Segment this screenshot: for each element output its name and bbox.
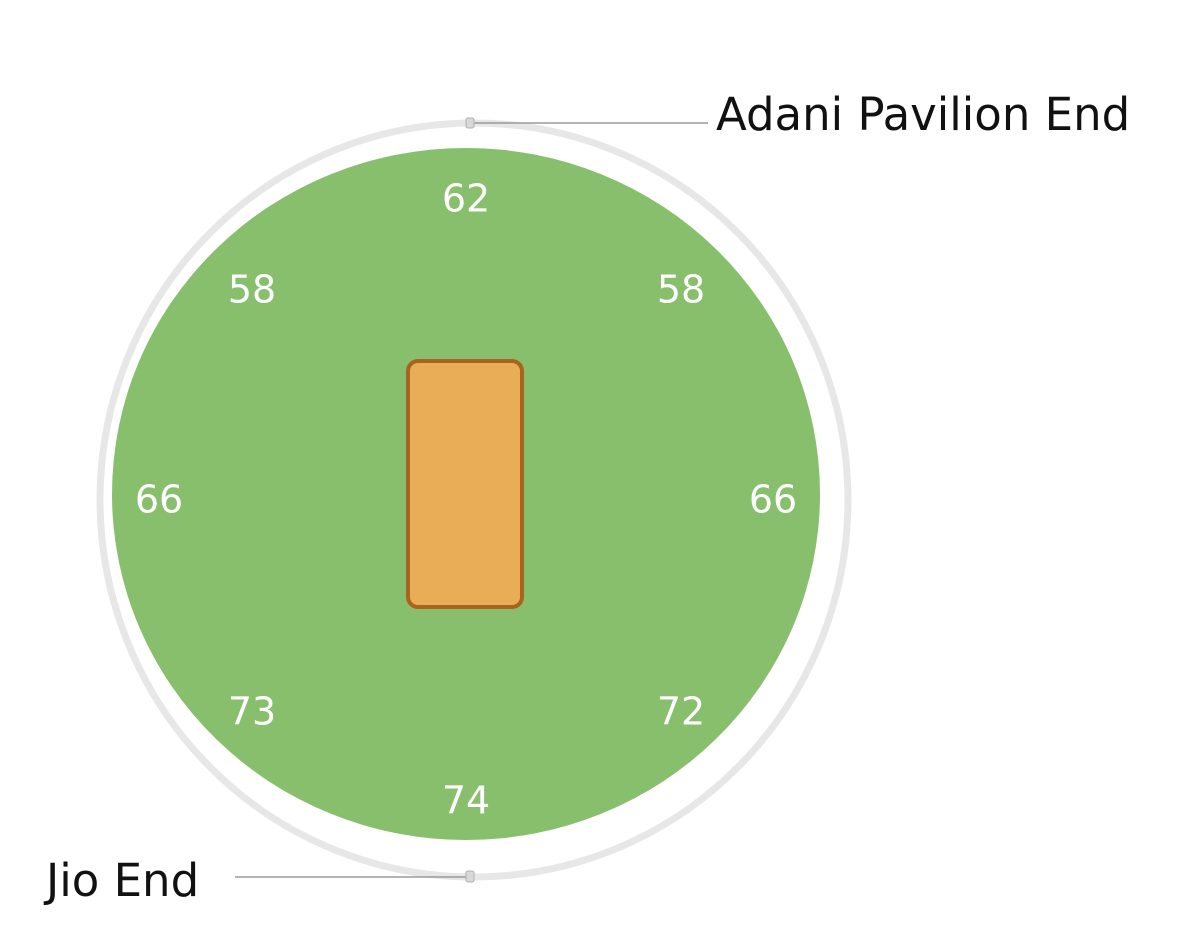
ground-svg: 62 58 58 66 66 73 72 74 Adani Pavilion E… [43, 88, 1130, 907]
boundary-right-label: 66 [749, 478, 797, 522]
boundary-bottom-right-label: 72 [657, 690, 705, 734]
top-end-label: Adani Pavilion End [716, 88, 1130, 141]
boundary-top-right-label: 58 [657, 268, 705, 312]
pitch [406, 359, 524, 609]
boundary-bottom-label: 74 [442, 779, 490, 823]
top-end-marker [465, 117, 475, 129]
boundary-top-label: 62 [442, 177, 490, 221]
bottom-end-label: Jio End [43, 854, 199, 907]
boundary-bottom-left-label: 73 [228, 690, 276, 734]
ground-diagram: 62 58 58 66 66 73 72 74 Adani Pavilion E… [0, 0, 1190, 948]
boundary-left-label: 66 [135, 478, 183, 522]
boundary-top-left-label: 58 [228, 268, 276, 312]
bottom-end-marker [465, 870, 475, 883]
